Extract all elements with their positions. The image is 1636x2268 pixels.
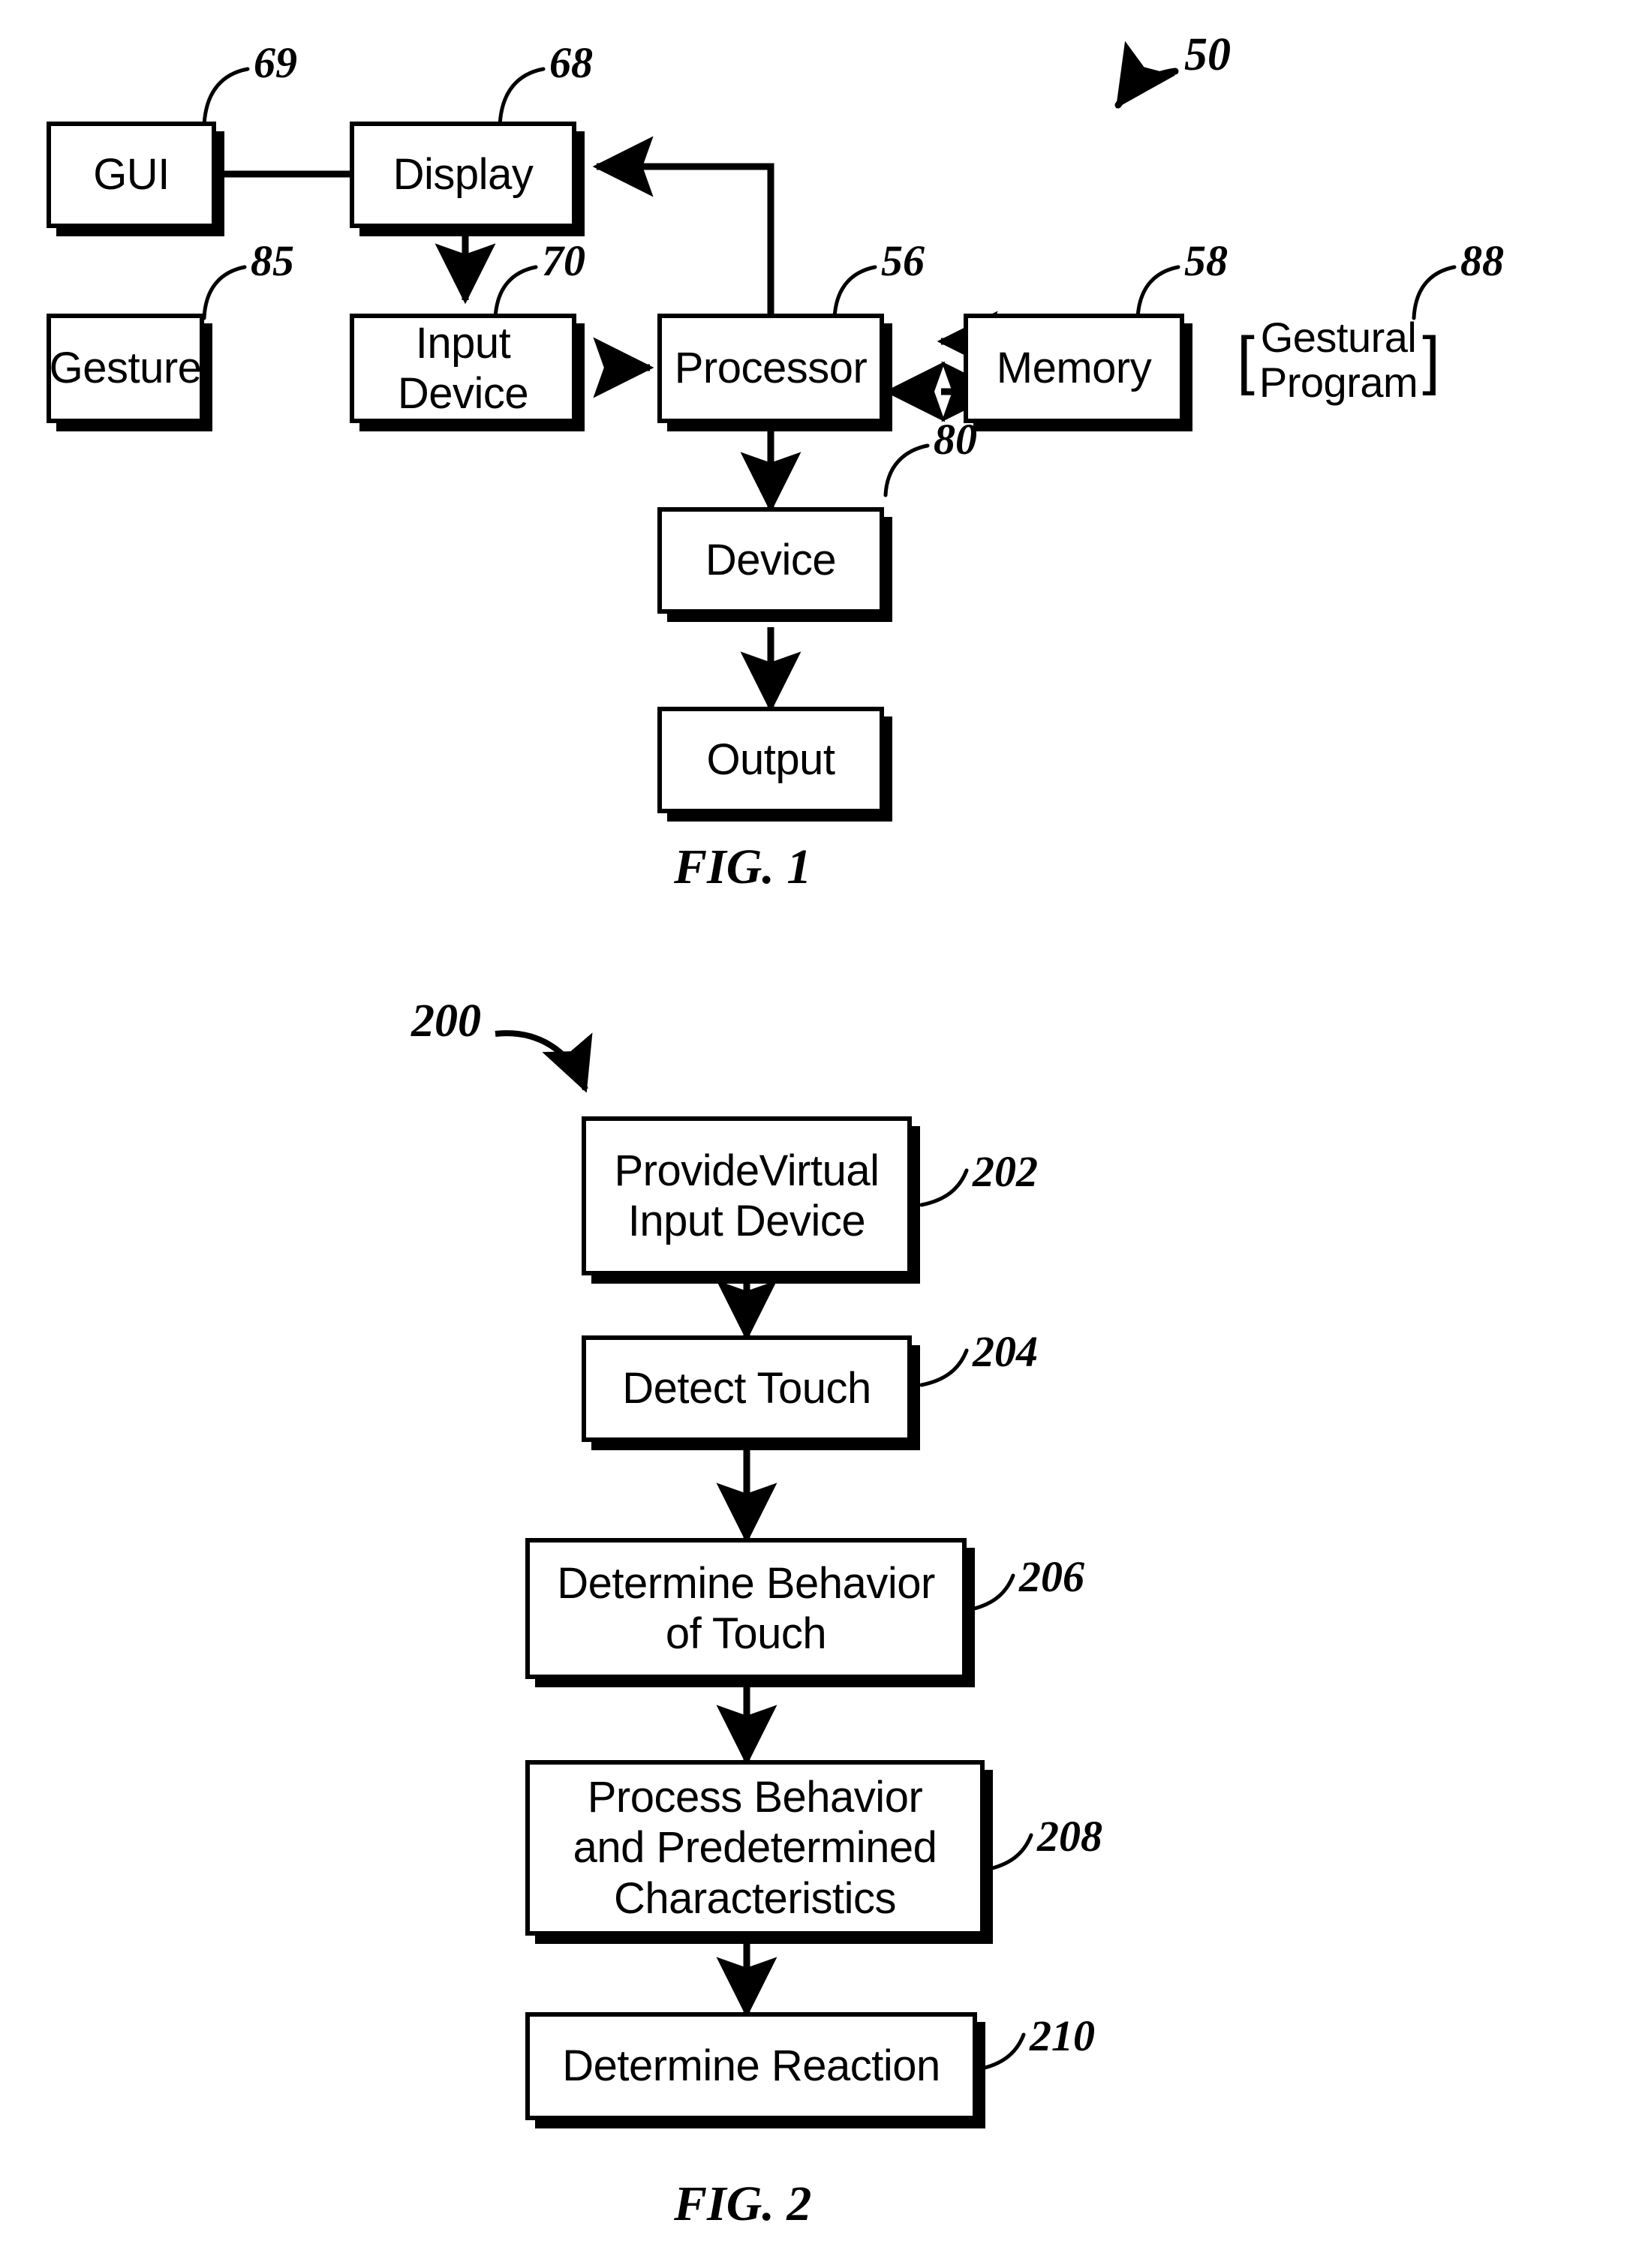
refnum-56: 56 <box>881 236 925 285</box>
block-output: Output <box>657 707 884 813</box>
leader-68 <box>498 67 546 128</box>
block-gesture: Gesture <box>47 314 204 423</box>
leader-58 <box>1135 265 1180 320</box>
block-output-label: Output <box>706 735 835 785</box>
bracket-open: [ <box>1237 324 1255 397</box>
block-gui-label: GUI <box>93 150 170 200</box>
block-memory: Memory <box>964 314 1184 423</box>
leader-56 <box>832 265 877 320</box>
leader-206 <box>966 1573 1015 1612</box>
refnum-50: 50 <box>1184 29 1231 80</box>
step-block-206-label: Determine Behavior of Touch <box>557 1558 935 1658</box>
refnum-210: 210 <box>1030 2011 1095 2060</box>
block-device-label: Device <box>705 536 837 585</box>
refnum-206: 206 <box>1019 1552 1084 1601</box>
block-input-device-label: Input Device <box>397 318 529 418</box>
leader-202 <box>919 1168 969 1207</box>
refnum-208: 208 <box>1037 1812 1102 1861</box>
block-display: Display <box>350 122 576 228</box>
block-display-label: Display <box>392 150 534 200</box>
block-input-device: Input Device <box>350 314 576 423</box>
step-block-208-label: Process Behavior and Predetermined Chara… <box>573 1773 937 1923</box>
refnum-58: 58 <box>1184 236 1228 285</box>
leader-69 <box>202 67 250 128</box>
refnum-88: 88 <box>1460 236 1504 285</box>
block-processor: Processor <box>657 314 884 423</box>
leader-204 <box>919 1348 969 1387</box>
leader-200-arrow <box>495 1030 593 1093</box>
step-block-206: Determine Behavior of Touch <box>525 1538 967 1679</box>
step-block-210-label: Determine Reaction <box>562 2041 940 2091</box>
step-block-208: Process Behavior and Predetermined Chara… <box>525 1760 985 1936</box>
leader-210 <box>976 2032 1026 2071</box>
leader-80 <box>883 443 930 497</box>
block-gui: GUI <box>47 122 216 228</box>
step-block-204: Detect Touch <box>582 1335 912 1442</box>
refnum-69: 69 <box>254 38 297 87</box>
leader-88 <box>1412 265 1457 320</box>
leader-50-arrow <box>1114 41 1179 109</box>
patent-drawing-page: 50 69 68 85 70 56 58 88 80 GUI Display G… <box>0 0 1636 2268</box>
step-block-202-label: ProvideVirtual Input Device <box>614 1146 880 1245</box>
refnum-200: 200 <box>411 996 481 1047</box>
step-block-202: ProvideVirtual Input Device <box>582 1116 912 1275</box>
refnum-202: 202 <box>973 1147 1038 1196</box>
leader-85 <box>202 265 247 320</box>
figure-2-caption: FIG. 2 <box>674 2176 812 2231</box>
refnum-68: 68 <box>549 38 593 87</box>
refnum-85: 85 <box>251 236 294 285</box>
block-processor-label: Processor <box>674 344 868 393</box>
fig2-flow-arrow <box>495 1030 593 1093</box>
annotation-gestural-program: [ Gestural Program ] <box>1237 314 1441 407</box>
figure-1-caption: FIG. 1 <box>674 840 812 894</box>
block-device: Device <box>657 507 884 614</box>
leader-208 <box>984 1833 1033 1872</box>
refnum-204: 204 <box>973 1327 1038 1376</box>
leader-70 <box>493 265 538 320</box>
step-block-204-label: Detect Touch <box>622 1364 871 1413</box>
annotation-gestural-program-label: Gestural Program <box>1259 314 1418 407</box>
bracket-close: ] <box>1422 324 1441 397</box>
refnum-70: 70 <box>542 236 585 285</box>
step-block-210: Determine Reaction <box>525 2012 977 2120</box>
block-memory-label: Memory <box>996 344 1152 393</box>
arrow-processor-to-display <box>592 136 774 315</box>
block-gesture-label: Gesture <box>49 344 202 393</box>
